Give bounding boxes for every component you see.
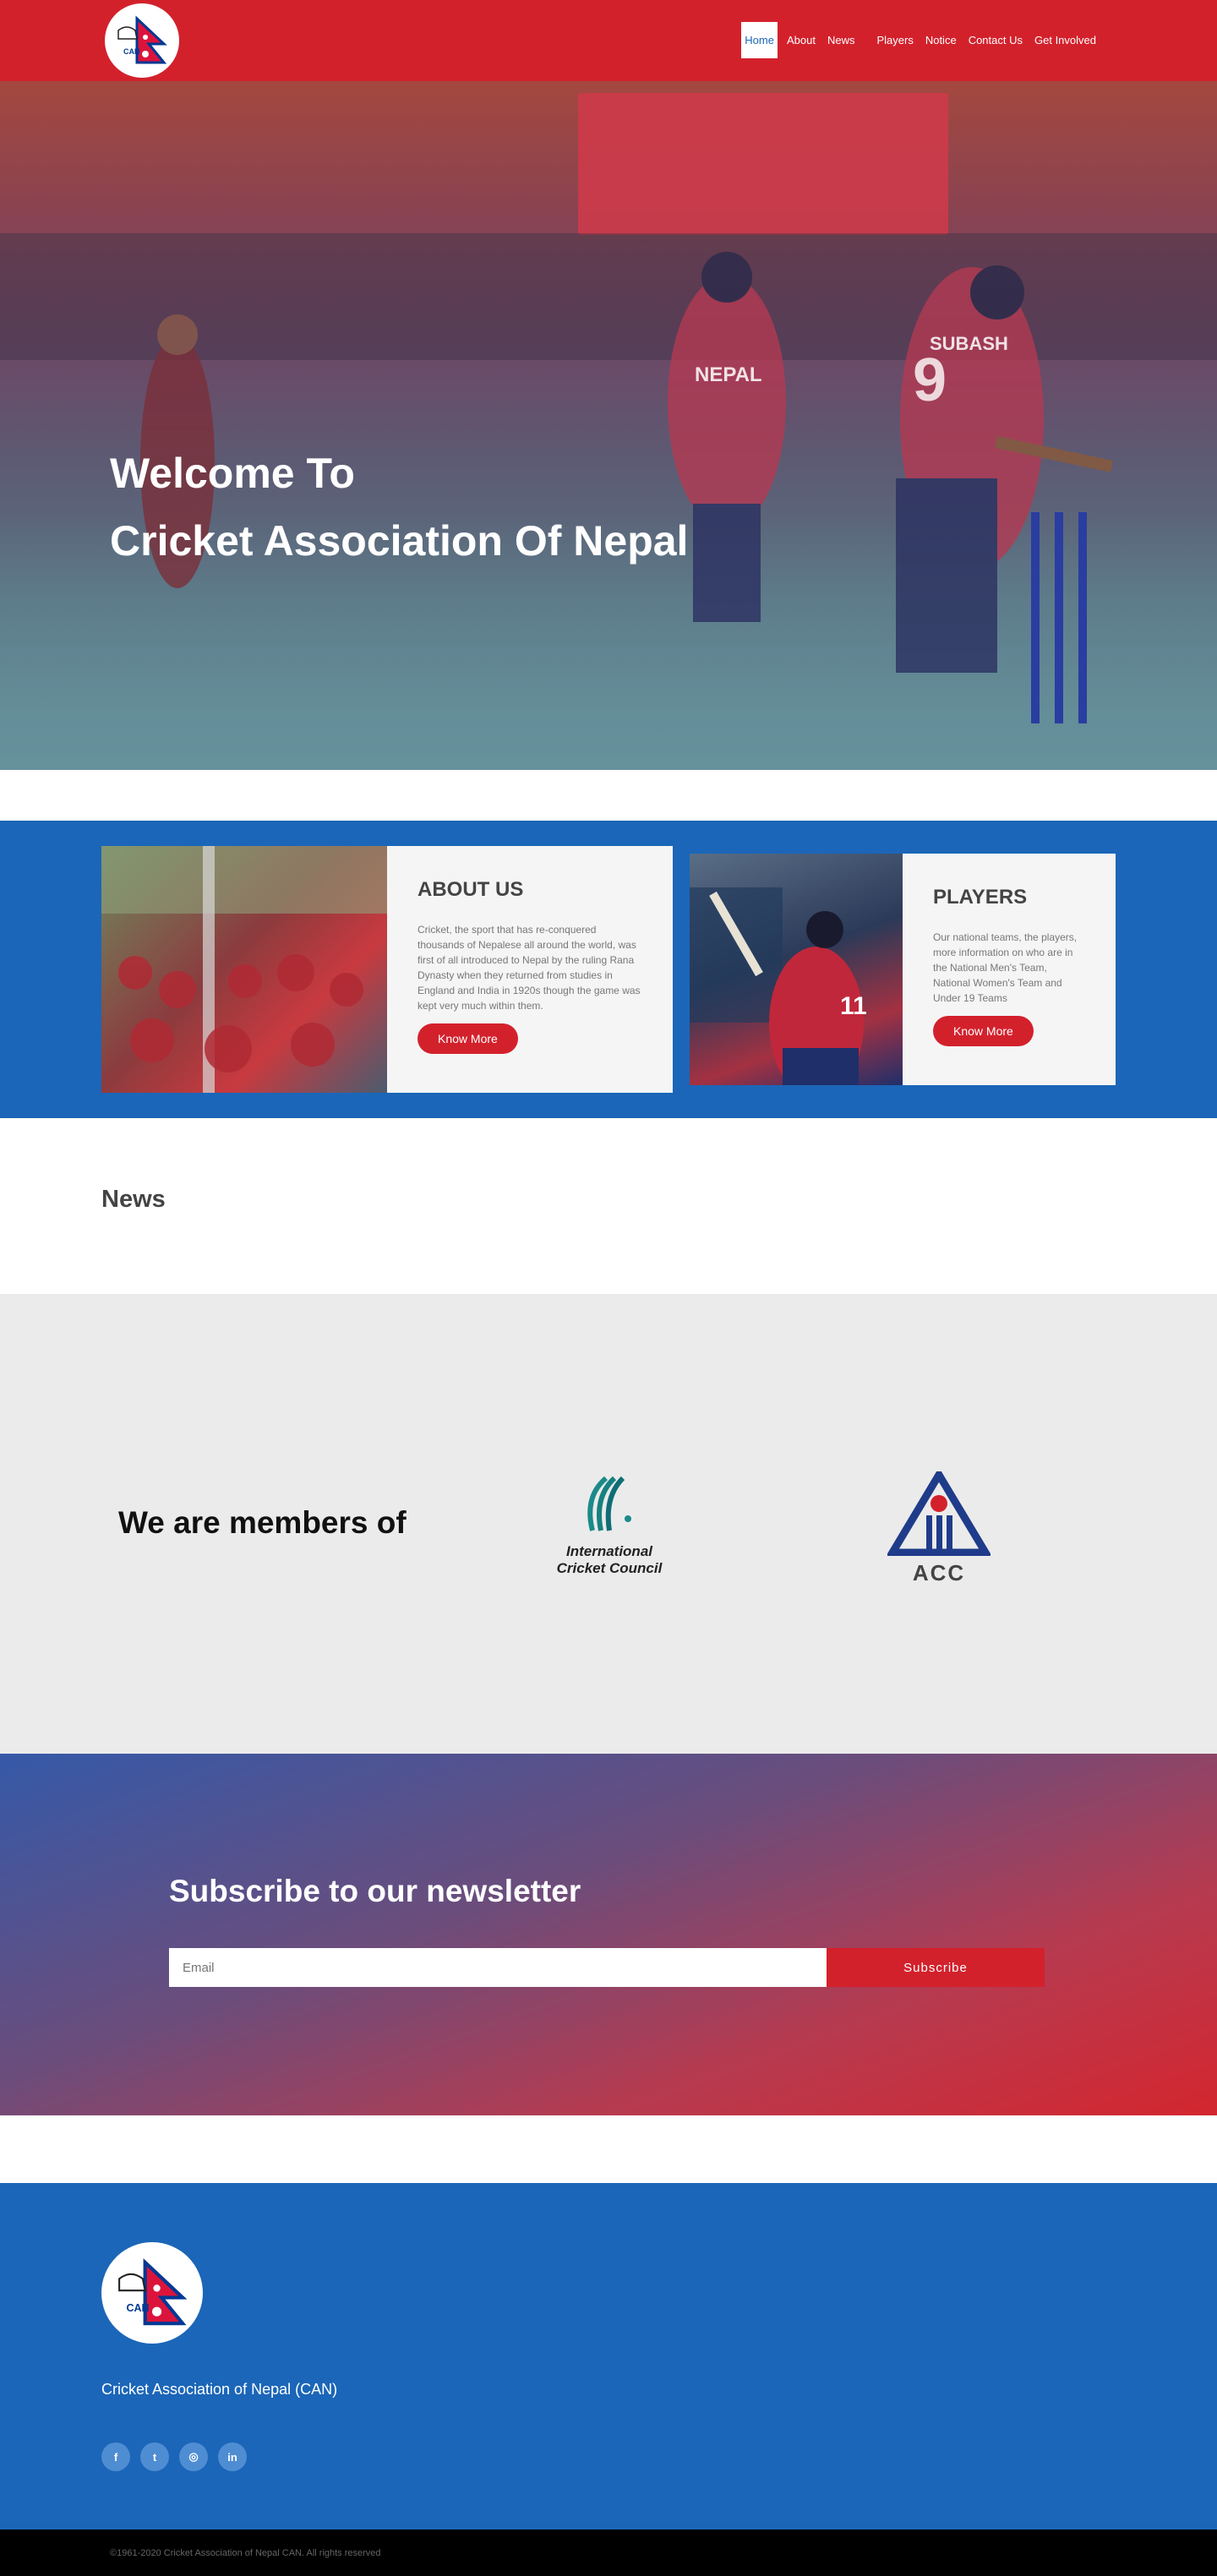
subscribe-button[interactable]: Subscribe bbox=[827, 1948, 1045, 1987]
nav-contact-us[interactable]: Contact Us bbox=[966, 24, 1025, 57]
icc-logo[interactable]: International Cricket Council bbox=[553, 1471, 666, 1577]
footer-can-logo[interactable]: CAN bbox=[101, 2242, 203, 2344]
facebook-icon[interactable]: f bbox=[101, 2442, 130, 2471]
nepal-flag-icon: CAN bbox=[117, 15, 167, 64]
linkedin-icon[interactable]: in bbox=[218, 2442, 247, 2471]
players-photo: 11 bbox=[690, 854, 903, 1085]
stump bbox=[1078, 512, 1087, 723]
nav-news[interactable]: News bbox=[825, 24, 858, 57]
about-card: ABOUT US Cricket, the sport that has re-… bbox=[101, 846, 673, 1093]
news-section: News bbox=[0, 1118, 1217, 1294]
crowd-image bbox=[101, 846, 387, 1093]
members-title: We are members of bbox=[118, 1505, 407, 1540]
svg-text:CAN: CAN bbox=[123, 47, 140, 56]
about-text: Cricket, the sport that has re-conquered… bbox=[417, 924, 641, 1012]
stump bbox=[1055, 512, 1063, 723]
footer-org-name: Cricket Association of Nepal (CAN) bbox=[101, 2381, 338, 2398]
acc-text: ACC bbox=[912, 1560, 966, 1585]
about-know-more-button[interactable]: Know More bbox=[417, 1023, 518, 1054]
icc-emblem-icon bbox=[587, 1476, 631, 1531]
copyright-text: ©1961-2020 Cricket Association of Nepal … bbox=[110, 2548, 381, 2558]
instagram-icon[interactable]: ◎ bbox=[179, 2442, 208, 2471]
nav-get-involved[interactable]: Get Involved bbox=[1032, 24, 1099, 57]
about-card-body: ABOUT US Cricket, the sport that has re-… bbox=[387, 846, 673, 1093]
acc-logo[interactable]: ACC bbox=[886, 1467, 992, 1586]
main-nav: Home About News Players Notice Contact U… bbox=[734, 22, 1099, 58]
players-image: 11 bbox=[690, 887, 867, 1085]
newsletter-email-input[interactable] bbox=[169, 1948, 827, 1987]
nav-notice[interactable]: Notice bbox=[923, 24, 959, 57]
players-know-more-button[interactable]: Know More bbox=[933, 1016, 1034, 1046]
icc-line2: Cricket Council bbox=[556, 1560, 663, 1576]
site-header: CAN Home About News Players Notice Conta… bbox=[0, 0, 1217, 81]
social-links: f t ◎ in bbox=[101, 2442, 247, 2471]
acc-emblem-icon bbox=[886, 1467, 992, 1557]
players-card-body: PLAYERS Our national teams, the players,… bbox=[903, 854, 1116, 1085]
nepal-flag-icon: CAN bbox=[118, 2258, 188, 2326]
hero-title: Welcome To Cricket Association Of Nepal bbox=[110, 439, 688, 575]
nav-about[interactable]: About bbox=[784, 24, 818, 57]
svg-text:9: 9 bbox=[913, 347, 947, 414]
twitter-icon[interactable]: t bbox=[140, 2442, 169, 2471]
about-crowd-photo bbox=[101, 846, 387, 1093]
newsletter-section: Subscribe to our newsletter Subscribe bbox=[0, 1754, 1217, 2115]
hero-title-line1: Welcome To bbox=[110, 450, 355, 497]
copyright-bar: ©1961-2020 Cricket Association of Nepal … bbox=[0, 2530, 1217, 2576]
players-card: 11 PLAYERS Our national teams, the playe… bbox=[690, 854, 1116, 1085]
svg-text:NEPAL: NEPAL bbox=[695, 363, 762, 386]
hero-section: NEPAL SUBASH 9 Welcome To Cricket Associ… bbox=[0, 81, 1217, 770]
nav-home[interactable]: Home bbox=[741, 22, 778, 58]
news-title: News bbox=[101, 1186, 166, 1213]
hero-stumps bbox=[1031, 512, 1087, 723]
stump bbox=[1031, 512, 1040, 723]
nav-players[interactable]: Players bbox=[874, 24, 915, 57]
players-title: PLAYERS bbox=[933, 886, 1028, 909]
svg-text:11: 11 bbox=[840, 992, 867, 1020]
site-footer: CAN Cricket Association of Nepal (CAN) f… bbox=[0, 2183, 1217, 2530]
intro-section: ABOUT US Cricket, the sport that has re-… bbox=[0, 821, 1217, 1118]
can-logo[interactable]: CAN bbox=[105, 3, 179, 78]
members-section: We are members of International Cricket … bbox=[0, 1294, 1217, 1754]
about-title: ABOUT US bbox=[417, 878, 524, 901]
players-text: Our national teams, the players, more in… bbox=[933, 931, 1078, 1004]
newsletter-title: Subscribe to our newsletter bbox=[169, 1874, 581, 1908]
icc-line1: International bbox=[565, 1543, 652, 1559]
svg-text:CAN: CAN bbox=[126, 2302, 149, 2314]
hero-title-line2: Cricket Association Of Nepal bbox=[110, 517, 689, 565]
